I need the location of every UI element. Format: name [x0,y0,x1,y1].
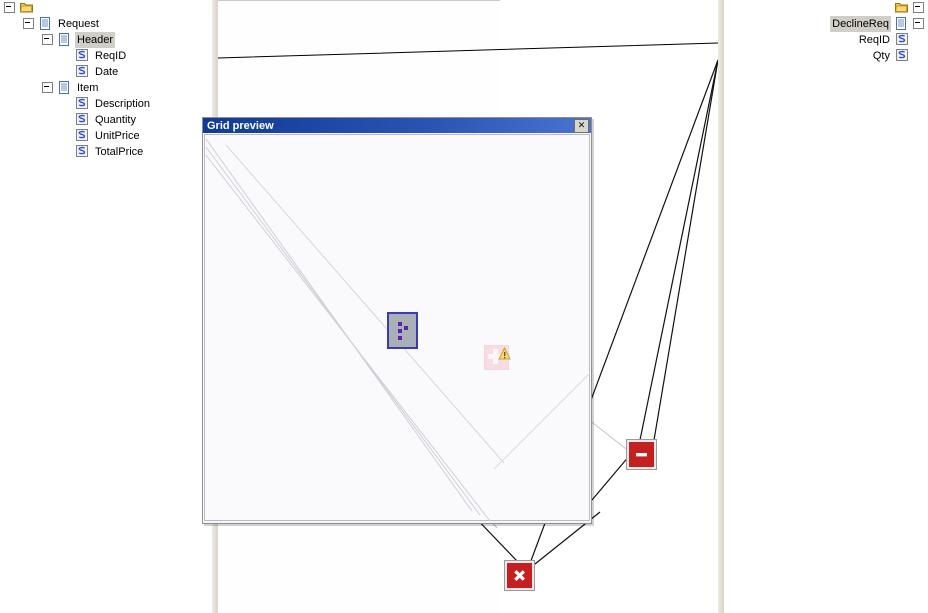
field-icon [76,48,89,63]
multiplication-functoid-body [505,561,534,590]
record-icon [58,32,71,47]
subtraction-functoid[interactable] [627,440,656,469]
tree-node-label: ReqID [95,50,127,62]
tree-node-label: Quantity [95,114,136,126]
tree-node-label: Qty [872,50,890,62]
grid-preview-title: Grid preview [207,119,274,132]
record-icon [895,16,908,31]
field-icon [76,128,89,143]
warning-icon [498,347,511,360]
expander-item[interactable] [42,81,53,93]
source-tree-row-item[interactable]: Item [0,80,212,96]
source-tree-row-request[interactable]: Request [0,16,212,32]
source-tree-row-unitprice[interactable]: UnitPrice [0,128,212,144]
tree-node-label: TotalPrice [95,146,144,158]
expander-request[interactable] [23,17,34,29]
dest-tree-row-declinereq[interactable]: DeclineReq [724,16,928,32]
field-icon [76,64,89,79]
source-tree-row-reqid[interactable]: ReqID [0,48,212,64]
dest-tree-row-qty[interactable]: Qty [724,48,928,64]
destination-tree-root: DeclineReq ReqID Qty [724,0,928,64]
record-icon [58,80,71,95]
multiplication-functoid[interactable] [505,561,534,590]
source-tree-root: Request Header ReqID Date Item Description Qua… [0,0,212,160]
source-tree-row-description[interactable]: Description [0,96,212,112]
tree-node-label: UnitPrice [95,130,140,142]
mapper-window: Request Header ReqID Date Item Description Qua… [0,0,928,613]
tree-node-label: ReqID [858,34,890,46]
source-tree-row-totalprice[interactable]: TotalPrice [0,144,212,160]
loop-glyph-dot [398,336,402,340]
source-tree-row-date[interactable]: Date [0,64,212,80]
expander-header[interactable] [42,33,53,45]
source-schema-panel[interactable]: Request Header ReqID Date Item Description Qua… [0,0,212,613]
multiply-icon [514,570,525,581]
grid-preview-titlebar[interactable]: Grid preview ✕ [203,118,591,133]
field-icon [76,96,89,111]
subtraction-functoid-body [627,440,656,469]
tree-node-label: Item [77,82,99,94]
field-icon [896,32,909,47]
field-icon [896,48,909,63]
loop-glyph-dot [398,322,402,326]
field-icon [76,112,89,127]
expander-schema[interactable] [913,1,924,13]
dest-tree-row-reqid[interactable]: ReqID [724,32,928,48]
tree-node-label: Description [95,98,151,110]
source-tree-row-header[interactable]: Header [0,32,212,48]
tree-node-label: Request [58,18,99,30]
tree-node-label: DeclineReq [830,16,891,32]
destination-schema-panel[interactable]: DeclineReq ReqID Qty [724,0,928,613]
tree-node-label: Header [75,32,116,48]
addition-functoid[interactable] [484,345,511,370]
source-tree-row-quantity[interactable]: Quantity [0,112,212,128]
loop-glyph-dot [404,326,408,330]
folder-icon [895,1,908,15]
expander-schema[interactable] [4,1,15,13]
source-tree-row-schema[interactable] [0,0,212,16]
looping-functoid[interactable] [387,312,418,349]
loop-glyph-dot [398,329,402,333]
minus-icon [636,453,647,457]
folder-icon [20,1,33,15]
tree-node-label: Date [95,66,119,78]
field-icon [76,144,89,159]
dest-tree-row-schema[interactable] [724,0,928,16]
record-icon [39,16,52,31]
close-icon[interactable]: ✕ [574,118,589,133]
expander-declinereq[interactable] [913,17,924,29]
